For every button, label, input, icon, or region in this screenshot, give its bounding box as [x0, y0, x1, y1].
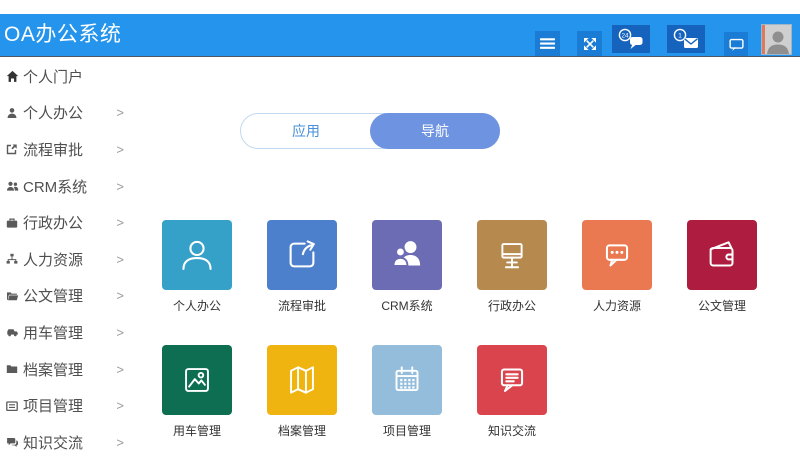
comments-icon	[6, 436, 23, 448]
app-title: OA办公系统	[4, 14, 121, 57]
approval-icon	[6, 143, 23, 155]
sidebar-item-workflow-approval[interactable]: 流程审批 >	[0, 131, 152, 168]
tile-grid-row-2: 用车管理 档案管理	[162, 345, 547, 439]
tile-crm[interactable]: CRM系统	[372, 220, 442, 314]
map-icon	[281, 359, 323, 401]
tab-navigation[interactable]: 导航	[370, 113, 500, 149]
sidebar-item-vehicle-mgmt[interactable]: 用车管理 >	[0, 314, 152, 351]
car-icon	[6, 326, 23, 338]
mail-notifications-button[interactable]: 1	[667, 25, 705, 53]
tile-label: 人力资源	[593, 297, 641, 314]
tile-label: 项目管理	[383, 422, 431, 439]
sidebar-item-label: 用车管理	[23, 322, 83, 343]
chat-notifications-button[interactable]: 24	[612, 25, 650, 53]
chevron-right-icon: >	[116, 288, 124, 303]
tile-label: 行政办公	[488, 297, 536, 314]
monitor-icon	[491, 234, 533, 276]
chevron-right-icon: >	[116, 105, 124, 120]
tile-label: 公文管理	[698, 297, 746, 314]
sidebar-item-crm[interactable]: CRM系统 >	[0, 168, 152, 205]
users-filled-icon	[386, 234, 428, 276]
sidebar-item-label: 人力资源	[23, 249, 83, 270]
oa-app-window: OA办公系统	[0, 0, 800, 465]
tile-vehicle-mgmt[interactable]: 用车管理	[162, 345, 232, 439]
sidebar-item-label: 行政办公	[23, 212, 83, 233]
wallet-icon	[701, 234, 743, 276]
user-avatar[interactable]	[761, 24, 792, 55]
users-icon	[6, 180, 23, 192]
sidebar-item-label: 个人办公	[23, 102, 83, 123]
tile-hr[interactable]: 人力资源	[582, 220, 652, 314]
comment-button[interactable]	[724, 32, 748, 56]
menu-icon	[540, 36, 555, 51]
chat-badge-icon: 24	[616, 27, 646, 51]
chevron-right-icon: >	[116, 398, 124, 413]
share-icon	[281, 234, 323, 276]
tab-apps[interactable]: 应用	[241, 114, 371, 148]
sidebar-item-hr[interactable]: 人力资源 >	[0, 241, 152, 278]
chevron-right-icon: >	[116, 142, 124, 157]
chat-dots-icon	[596, 234, 638, 276]
tile-label: 流程审批	[278, 297, 326, 314]
sidebar-item-label: 个人门户	[23, 66, 83, 87]
tile-knowledge-exchange[interactable]: 知识交流	[477, 345, 547, 439]
chat-badge-count: 24	[621, 32, 629, 39]
sidebar-item-archive-mgmt[interactable]: 档案管理 >	[0, 351, 152, 388]
view-toggle: 应用 导航	[240, 113, 500, 149]
briefcase-icon	[6, 217, 23, 229]
expand-icon	[582, 36, 598, 52]
sidebar-item-label: 项目管理	[23, 395, 83, 416]
chevron-right-icon: >	[116, 362, 124, 377]
tile-admin-office[interactable]: 行政办公	[477, 220, 547, 314]
mail-badge-icon: 1	[671, 27, 701, 51]
sidebar-item-document-mgmt[interactable]: 公文管理 >	[0, 278, 152, 315]
tile-label: 用车管理	[173, 422, 221, 439]
avatar-silhouette-icon	[762, 25, 791, 55]
sidebar-nav: 个人门户 个人办公 > 流程审批 >	[0, 58, 152, 461]
sidebar-item-label: 公文管理	[23, 285, 83, 306]
user-outline-icon	[176, 234, 218, 276]
menu-button[interactable]	[535, 31, 560, 56]
tile-project-mgmt[interactable]: 项目管理	[372, 345, 442, 439]
comment-icon	[728, 36, 745, 53]
tile-label: 知识交流	[488, 422, 536, 439]
sidebar-item-label: 档案管理	[23, 359, 83, 380]
chevron-right-icon: >	[116, 325, 124, 340]
list-icon	[6, 400, 23, 412]
folder-open-icon	[6, 290, 23, 302]
tile-workflow-approval[interactable]: 流程审批	[267, 220, 337, 314]
header-bar: OA办公系统	[0, 14, 800, 57]
chevron-right-icon: >	[116, 252, 124, 267]
tile-grid-row-1: 个人办公 流程审批	[162, 220, 757, 314]
avatar-accent-strip	[762, 25, 765, 54]
home-icon	[6, 70, 23, 83]
sidebar-item-label: 知识交流	[23, 432, 83, 453]
tile-label: CRM系统	[381, 297, 432, 314]
user-icon	[6, 107, 23, 119]
chevron-right-icon: >	[116, 179, 124, 194]
tile-personal-office[interactable]: 个人办公	[162, 220, 232, 314]
sitemap-icon	[6, 253, 23, 265]
tile-label: 个人办公	[173, 297, 221, 314]
sidebar-item-personal-portal[interactable]: 个人门户	[0, 58, 152, 95]
chevron-right-icon: >	[116, 435, 124, 450]
chevron-right-icon: >	[116, 215, 124, 230]
expand-button[interactable]	[577, 31, 602, 56]
chat-lines-icon	[491, 359, 533, 401]
sidebar-item-personal-office[interactable]: 个人办公 >	[0, 95, 152, 132]
image-icon	[176, 359, 218, 401]
sidebar-item-project-mgmt[interactable]: 项目管理 >	[0, 387, 152, 424]
tile-archive-mgmt[interactable]: 档案管理	[267, 345, 337, 439]
mail-badge-count: 1	[678, 32, 682, 39]
folder-icon	[6, 363, 23, 375]
sidebar-item-admin-office[interactable]: 行政办公 >	[0, 204, 152, 241]
sidebar-item-label: CRM系统	[23, 176, 87, 197]
tile-label: 档案管理	[278, 422, 326, 439]
sidebar-item-knowledge-exchange[interactable]: 知识交流 >	[0, 424, 152, 461]
calendar-icon	[386, 359, 428, 401]
sidebar-item-label: 流程审批	[23, 139, 83, 160]
tile-document-mgmt[interactable]: 公文管理	[687, 220, 757, 314]
